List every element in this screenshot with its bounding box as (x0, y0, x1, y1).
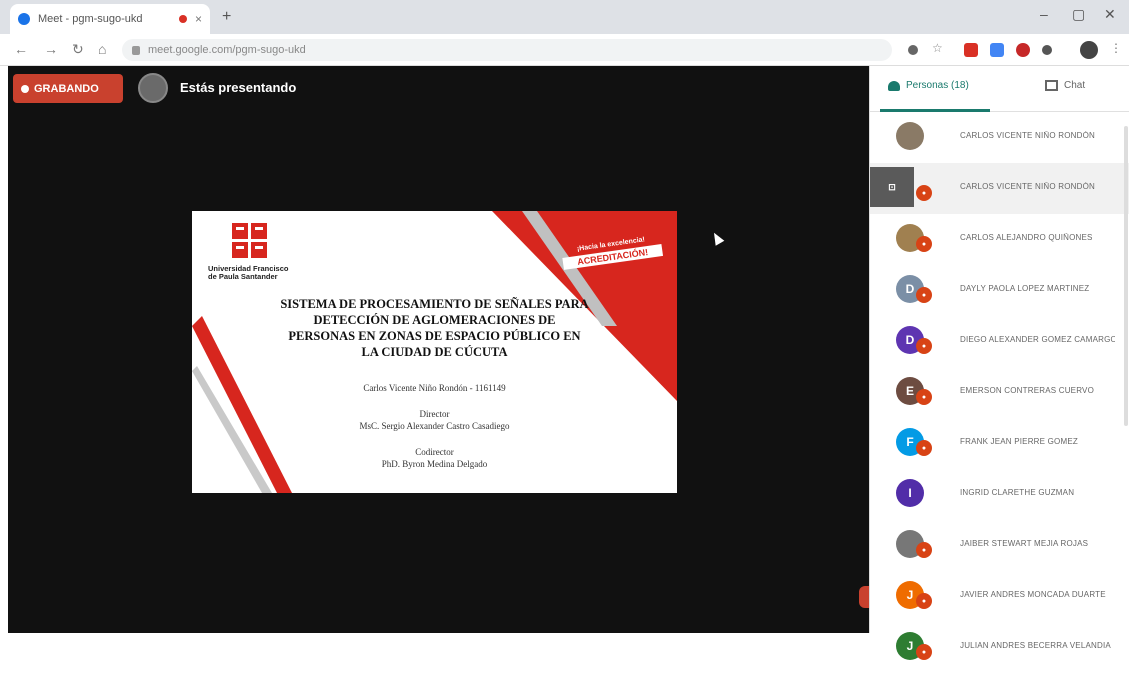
muted-mic-icon: ● (916, 389, 932, 405)
muted-mic-icon: ● (916, 287, 932, 303)
slide-director-label: Director (419, 409, 450, 419)
url-bar[interactable]: meet.google.com/pgm-sugo-ukd (122, 39, 892, 61)
tab-people[interactable]: Personas (18) (888, 80, 969, 91)
participant-avatar-wrap: J ● (896, 581, 932, 613)
participant-list: CARLOS VICENTE NIÑO RONDÓN ⊡ ● CARLOS VICEN… (870, 112, 1129, 673)
back-button[interactable]: ← (14, 41, 28, 57)
participant-avatar-wrap: I (896, 479, 930, 511)
slide-title: SISTEMA DE PROCESAMIENTO DE SEÑALES PARA… (202, 296, 667, 360)
meet-browser-tab[interactable]: Meet - pgm-sugo-ukd × (10, 4, 210, 34)
participant-name: JAVIER ANDRES MONCADA DUARTE (960, 590, 1106, 599)
slide-codirector-name: PhD. Byron Medina Delgado (381, 459, 488, 469)
meet-favicon-icon (18, 13, 30, 25)
muted-mic-icon: ● (916, 593, 932, 609)
tab-people-label: Personas (18) (906, 80, 969, 91)
university-logo-icon (232, 223, 267, 258)
extension-blue-icon[interactable] (990, 43, 1004, 57)
new-tab-button[interactable]: + (222, 8, 231, 26)
people-icon (888, 80, 900, 91)
participant-row[interactable]: J ● JULIAN ANDRES BECERRA VELANDIA (870, 622, 1129, 673)
slide-codirector-label: Codirector (415, 447, 454, 457)
slide-author: Carlos Vicente Niño Rondón - 1161149 (363, 383, 506, 393)
participant-name: JAIBER STEWART MEJIA ROJAS (960, 539, 1089, 548)
window-close-button[interactable]: ✕ (1104, 6, 1116, 23)
participant-row[interactable]: ● JAIBER STEWART MEJIA ROJAS (870, 520, 1129, 571)
participant-name: DIEGO ALEXANDER GOMEZ CAMARGO (960, 335, 1115, 344)
recording-label: GRABANDO (34, 82, 99, 95)
participant-avatar-wrap: ● (896, 224, 932, 256)
participant-row[interactable]: I INGRID CLARETHE GUZMAN (870, 469, 1129, 520)
muted-mic-icon: ● (916, 644, 932, 660)
extension-red-icon[interactable] (964, 43, 978, 57)
maximize-button[interactable]: ▢ (1072, 6, 1085, 23)
muted-mic-icon: ● (916, 440, 932, 456)
participant-name: CARLOS ALEJANDRO QUIÑONES (960, 233, 1093, 242)
participant-avatar-wrap: ⊡ ● (870, 167, 932, 207)
screen-share-icon: ⊡ (870, 167, 914, 207)
participant-name: CARLOS VICENTE NIÑO RONDÓN (960, 131, 1095, 140)
participant-avatar (896, 122, 924, 150)
participant-avatar-wrap: D ● (896, 326, 932, 358)
forward-button[interactable]: → (44, 41, 58, 57)
participant-name: CARLOS VICENTE NIÑO RONDÓN (960, 182, 1095, 191)
participant-avatar-wrap: ● (896, 530, 932, 562)
participant-avatar-wrap: D ● (896, 275, 932, 307)
panel-tabs: Personas (18) Chat (870, 66, 1129, 112)
url-text: meet.google.com/pgm-sugo-ukd (148, 44, 306, 56)
participant-row[interactable]: E ● EMERSON CONTRERAS CUERVO (870, 367, 1129, 418)
slide-title-line: LA CIUDAD DE CÚCUTA (361, 345, 508, 359)
profile-avatar[interactable] (1080, 41, 1098, 59)
participant-row[interactable]: CARLOS VICENTE NIÑO RONDÓN (870, 112, 1129, 163)
muted-mic-icon: ● (916, 542, 932, 558)
participant-avatar: I (896, 479, 924, 507)
tab-chat-label: Chat (1064, 80, 1086, 91)
extension-gray-icon[interactable] (1042, 45, 1052, 55)
cast-icon[interactable] (908, 45, 918, 55)
bookmark-star-icon[interactable]: ☆ (932, 41, 946, 55)
address-toolbar: ← → ↻ ⌂ meet.google.com/pgm-sugo-ukd ☆ ⋮ (0, 34, 1129, 66)
participant-row[interactable]: ● CARLOS ALEJANDRO QUIÑONES (870, 214, 1129, 265)
home-button[interactable]: ⌂ (98, 41, 106, 57)
tab-chat[interactable]: Chat (1045, 80, 1085, 91)
more-menu-icon[interactable]: ⋮ (1110, 41, 1124, 55)
reload-button[interactable]: ↻ (72, 41, 84, 58)
participant-avatar-wrap: F ● (896, 428, 932, 460)
chat-icon (1045, 80, 1058, 91)
university-name: Universidad Francisco de Paula Santander (208, 264, 289, 281)
participant-name: EMERSON CONTRERAS CUERVO (960, 386, 1095, 395)
minimize-button[interactable]: – (1040, 6, 1048, 22)
slide-title-line: PERSONAS EN ZONAS DE ESPACIO PÚBLICO EN (288, 329, 581, 343)
participants-panel: Personas (18) Chat CARLOS VICENTE NIÑO R… (869, 66, 1129, 660)
participant-name: DAYLY PAOLA LOPEZ MARTINEZ (960, 284, 1090, 293)
slide-director-name: MsC. Sergio Alexander Castro Casadiego (359, 421, 510, 431)
participant-avatar-wrap: E ● (896, 377, 932, 409)
participant-name: FRANK JEAN PIERRE GOMEZ (960, 437, 1078, 446)
participant-name: JULIAN ANDRES BECERRA VELANDIA (960, 641, 1111, 650)
extension-stop-icon[interactable] (1016, 43, 1030, 57)
presenter-avatar (138, 73, 168, 103)
recording-indicator: GRABANDO (13, 74, 123, 103)
muted-mic-icon: ● (916, 338, 932, 354)
record-dot-icon (21, 84, 29, 93)
presenting-status: Estás presentando (180, 80, 297, 95)
participant-row[interactable]: D ● DAYLY PAOLA LOPEZ MARTINEZ (870, 265, 1129, 316)
tab-close-button[interactable]: × (195, 12, 202, 26)
presentation-slide: Universidad Francisco de Paula Santander… (192, 211, 677, 493)
panel-scrollbar[interactable] (1124, 126, 1128, 426)
slide-title-line: SISTEMA DE PROCESAMIENTO DE SEÑALES PARA (280, 297, 589, 311)
recording-dot-icon (178, 15, 187, 23)
lock-icon (132, 45, 140, 55)
participant-row[interactable]: F ● FRANK JEAN PIERRE GOMEZ (870, 418, 1129, 469)
participant-name: INGRID CLARETHE GUZMAN (960, 488, 1075, 497)
muted-mic-icon: ● (916, 236, 932, 252)
participant-avatar-wrap (896, 122, 930, 154)
tab-title: Meet - pgm-sugo-ukd (38, 13, 143, 25)
slide-title-line: DETECCIÓN DE AGLOMERACIONES DE (313, 313, 556, 327)
participant-row[interactable]: J ● JAVIER ANDRES MONCADA DUARTE (870, 571, 1129, 622)
participant-avatar-wrap: J ● (896, 632, 932, 664)
participant-row[interactable]: ⊡ ● CARLOS VICENTE NIÑO RONDÓN (870, 163, 1129, 214)
muted-mic-icon: ● (916, 185, 932, 201)
browser-tab-bar: Meet - pgm-sugo-ukd × + – ▢ ✕ (0, 0, 1129, 34)
participant-row[interactable]: D ● DIEGO ALEXANDER GOMEZ CAMARGO (870, 316, 1129, 367)
